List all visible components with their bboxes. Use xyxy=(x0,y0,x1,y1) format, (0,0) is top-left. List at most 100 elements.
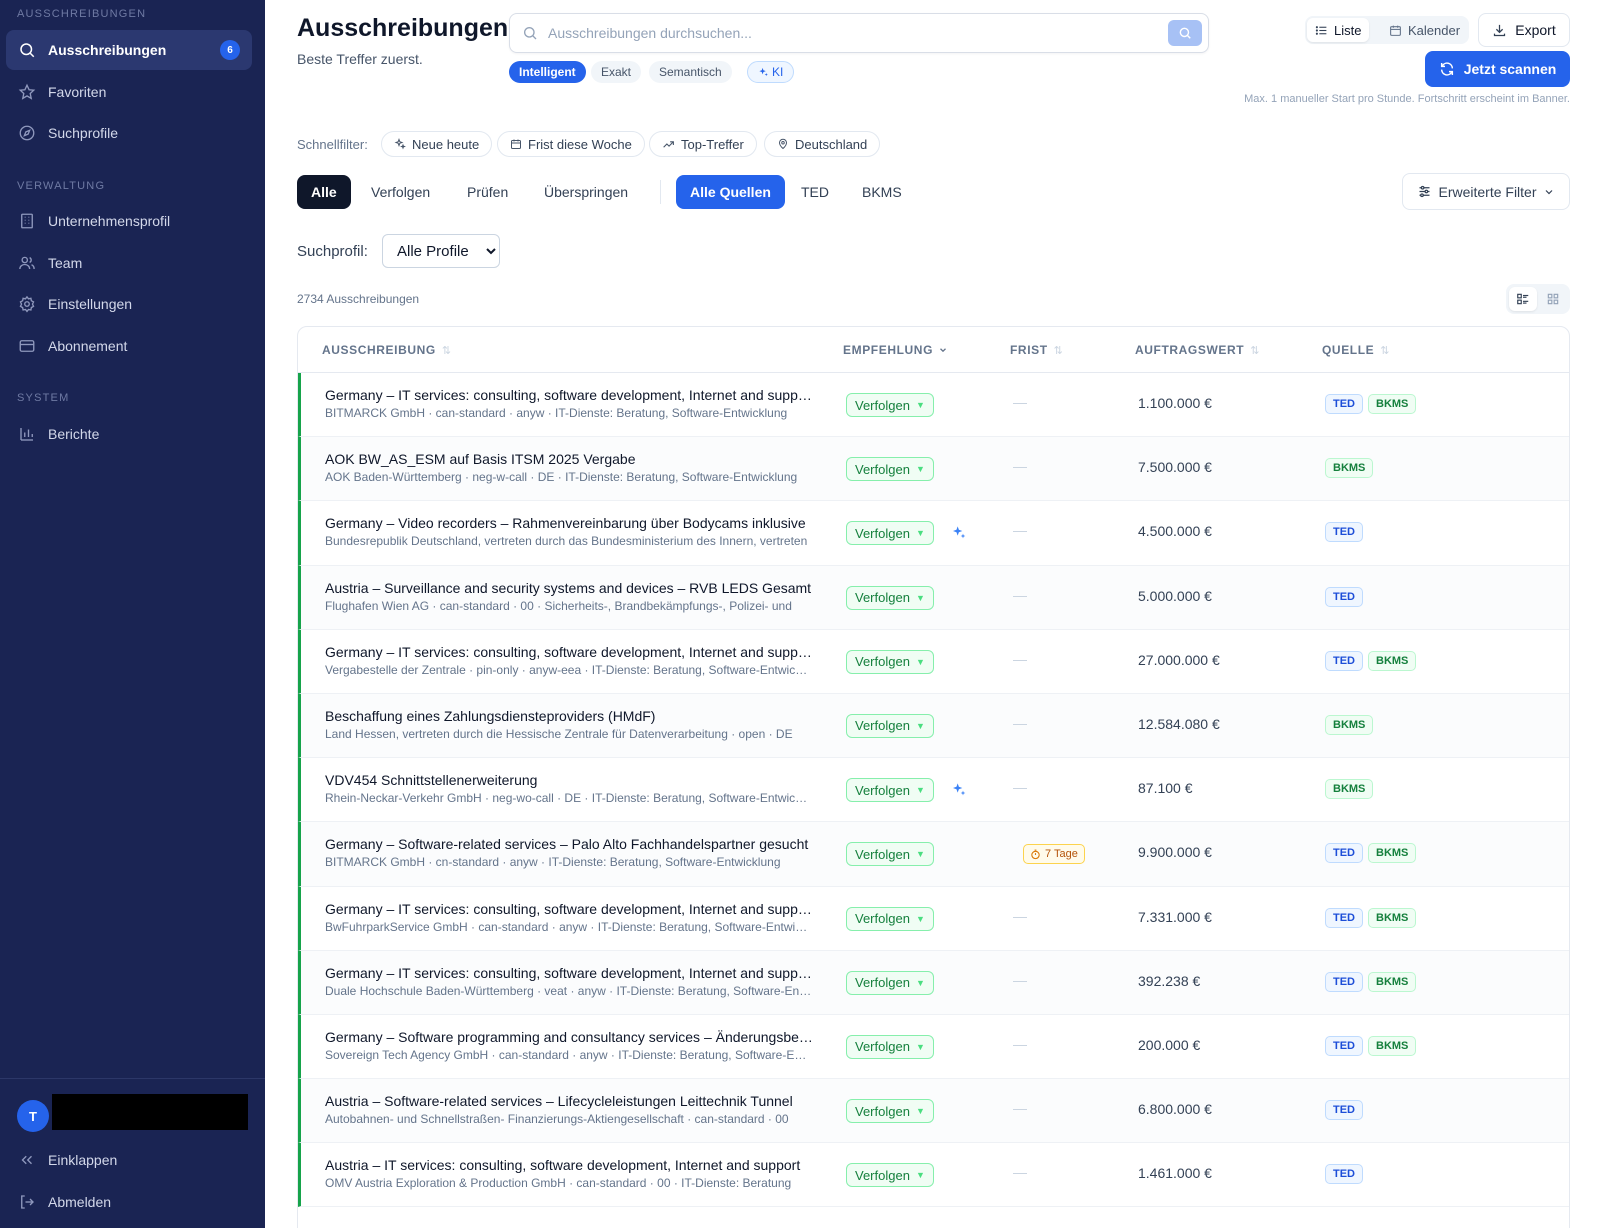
sidebar-item-suchprofile[interactable]: Suchprofile xyxy=(6,113,252,153)
chevron-down-icon: ▼ xyxy=(915,592,925,603)
tab-ueberspringen[interactable]: Überspringen xyxy=(530,175,642,209)
sidebar-item-team[interactable]: Team xyxy=(6,243,252,283)
column-header-label: AUSSCHREIBUNG xyxy=(322,343,436,357)
quick-filter-germany[interactable]: Deutschland xyxy=(764,131,881,157)
recommendation-select[interactable]: Verfolgen ▼ xyxy=(846,1034,934,1059)
recommendation-select[interactable]: Verfolgen ▼ xyxy=(846,778,934,803)
view-calendar-button[interactable]: Kalender xyxy=(1381,18,1468,42)
search-mode-ki[interactable]: KI xyxy=(747,61,795,83)
collapse-sidebar-button[interactable]: Einklappen xyxy=(6,1140,252,1180)
quick-filter-top-hits[interactable]: Top-Treffer xyxy=(649,131,757,157)
table-row[interactable]: Germany – Video recorders – Rahmenverein… xyxy=(298,501,1569,566)
recommendation-select[interactable]: Verfolgen ▼ xyxy=(846,1099,934,1124)
tender-title[interactable]: Austria – IT services: consulting, softw… xyxy=(325,1157,813,1173)
table-row[interactable]: Germany – Software-related services – Pa… xyxy=(298,822,1569,887)
deadline-empty xyxy=(1013,1173,1027,1175)
tab-alle-quellen[interactable]: Alle Quellen xyxy=(676,175,785,209)
sidebar-item-label: Ausschreibungen xyxy=(48,42,167,58)
deadline-empty xyxy=(1013,980,1027,982)
tab-verfolgen[interactable]: Verfolgen xyxy=(357,175,444,209)
column-header-recommendation[interactable]: EMPFEHLUNG xyxy=(843,343,948,357)
tender-title[interactable]: Germany – Software-related services – Pa… xyxy=(325,836,813,852)
tender-title[interactable]: Austria – Surveillance and security syst… xyxy=(325,580,813,596)
ai-sparkle-icon[interactable] xyxy=(951,782,967,798)
recommendation-select[interactable]: Verfolgen ▼ xyxy=(846,521,934,546)
logout-button[interactable]: Abmelden xyxy=(6,1182,252,1222)
table-row[interactable]: Germany – IT services: consulting, softw… xyxy=(298,886,1569,951)
search-mode-semantisch[interactable]: Semantisch xyxy=(649,61,732,83)
recommendation-select[interactable]: Verfolgen ▼ xyxy=(846,649,934,674)
table-row[interactable]: Germany – IT services: consulting, softw… xyxy=(298,950,1569,1015)
tender-title[interactable]: Germany – Video recorders – Rahmenverein… xyxy=(325,515,813,531)
search-profile-select[interactable]: Alle Profile xyxy=(382,234,500,268)
column-header-value[interactable]: AUFTRAGSWERT ⇅ xyxy=(1135,343,1260,357)
recommendation-select[interactable]: Verfolgen ▼ xyxy=(846,713,934,738)
sidebar-item-unternehmensprofil[interactable]: Unternehmensprofil xyxy=(6,201,252,241)
tender-title[interactable]: Germany – Software programming and consu… xyxy=(325,1029,813,1045)
search-input[interactable] xyxy=(548,25,1168,41)
quick-filter-new-today[interactable]: Neue heute xyxy=(381,131,493,157)
tab-alle[interactable]: Alle xyxy=(297,175,351,209)
table-row[interactable]: AOK BW_AS_ESM auf Basis ITSM 2025 Vergab… xyxy=(298,437,1569,502)
quick-filter-deadline-week[interactable]: Frist diese Woche xyxy=(497,131,645,157)
export-button[interactable]: Export xyxy=(1478,13,1570,47)
tender-title[interactable]: AOK BW_AS_ESM auf Basis ITSM 2025 Vergab… xyxy=(325,451,813,467)
sidebar-item-favoriten[interactable]: Favoriten xyxy=(6,72,252,112)
table-row[interactable]: VDV454 Schnittstellenerweiterung Rhein-Ne… xyxy=(298,758,1569,823)
table-row[interactable]: Austria – IT services: consulting, softw… xyxy=(298,1143,1569,1208)
tender-title[interactable]: Germany – IT services: consulting, softw… xyxy=(325,387,813,403)
tab-pruefen[interactable]: Prüfen xyxy=(453,175,522,209)
contract-value: 392.238 € xyxy=(1138,972,1201,989)
source-badge: BKMS xyxy=(1325,714,1374,735)
advanced-filter-button[interactable]: Erweiterte Filter xyxy=(1402,173,1570,210)
search-mode-exakt[interactable]: Exakt xyxy=(591,61,642,83)
table-row[interactable]: Austria – Software-related services – Li… xyxy=(298,1079,1569,1144)
tender-title[interactable]: Germany – IT services: consulting, softw… xyxy=(325,965,813,981)
view-calendar-label: Kalender xyxy=(1408,22,1461,38)
contract-value: 4.500.000 € xyxy=(1138,523,1212,540)
table-row[interactable]: Beschaffung eines Zahlungsdiensteprovide… xyxy=(298,693,1569,759)
source-badges: TED xyxy=(1325,586,1363,607)
tab-bkms[interactable]: BKMS xyxy=(848,175,916,209)
table-row[interactable]: Germany – IT services: consulting, softw… xyxy=(298,629,1569,694)
recommendation-select[interactable]: Verfolgen ▼ xyxy=(846,457,934,482)
table-row[interactable]: Germany – IT services: consulting, softw… xyxy=(298,373,1569,438)
layout-list-button[interactable] xyxy=(1509,287,1537,311)
sidebar-item-label: Abonnement xyxy=(48,338,128,354)
chevron-down-icon: ▼ xyxy=(915,913,925,924)
recommendation-select[interactable]: Verfolgen ▼ xyxy=(846,1163,934,1188)
column-header-deadline[interactable]: FRIST ⇅ xyxy=(1010,343,1064,357)
scan-now-button[interactable]: Jetzt scannen xyxy=(1425,51,1570,87)
tender-title[interactable]: Beschaffung eines Zahlungsdiensteprovide… xyxy=(325,708,813,724)
sidebar-item-einstellungen[interactable]: Einstellungen xyxy=(6,284,252,324)
search-submit-button[interactable] xyxy=(1168,20,1202,46)
tender-title[interactable]: Austria – Software-related services – Li… xyxy=(325,1093,813,1109)
sidebar-item-abonnement[interactable]: Abonnement xyxy=(6,326,252,366)
recommendation-select[interactable]: Verfolgen ▼ xyxy=(846,906,934,931)
deadline-badge: 7 Tage xyxy=(1023,844,1085,865)
ai-sparkle-icon[interactable] xyxy=(951,525,967,541)
page-subtitle: Beste Treffer zuerst. xyxy=(297,51,423,67)
download-icon xyxy=(1494,24,1506,36)
layout-grid-button[interactable] xyxy=(1539,287,1567,311)
search-mode-intelligent[interactable]: Intelligent xyxy=(509,61,586,83)
view-list-button[interactable]: Liste xyxy=(1307,18,1370,42)
tender-title[interactable]: VDV454 Schnittstellenerweiterung xyxy=(325,772,813,788)
avatar[interactable]: T xyxy=(17,1100,49,1132)
column-header-label: QUELLE xyxy=(1322,343,1375,357)
recommendation-select[interactable]: Verfolgen ▼ xyxy=(846,842,934,867)
source-badges: TED xyxy=(1325,1164,1363,1185)
tab-ted[interactable]: TED xyxy=(787,175,843,209)
sidebar-item-ausschreibungen[interactable]: Ausschreibungen 6 xyxy=(6,30,252,70)
sidebar-item-berichte[interactable]: Berichte xyxy=(6,414,252,454)
tender-title[interactable]: Germany – IT services: consulting, softw… xyxy=(325,901,813,917)
column-header-tender[interactable]: AUSSCHREIBUNG ⇅ xyxy=(322,343,452,357)
column-header-source[interactable]: QUELLE ⇅ xyxy=(1322,343,1390,357)
tender-title[interactable]: Germany – IT services: consulting, softw… xyxy=(325,644,813,660)
recommendation-select[interactable]: Verfolgen ▼ xyxy=(846,393,934,417)
recommendation-select[interactable]: Verfolgen ▼ xyxy=(846,970,934,995)
table-row[interactable]: Germany – Software programming and consu… xyxy=(298,1014,1569,1080)
recommendation-select[interactable]: Verfolgen ▼ xyxy=(846,585,934,610)
timer-icon xyxy=(1031,849,1040,859)
table-row[interactable]: Austria – Surveillance and security syst… xyxy=(298,565,1569,630)
